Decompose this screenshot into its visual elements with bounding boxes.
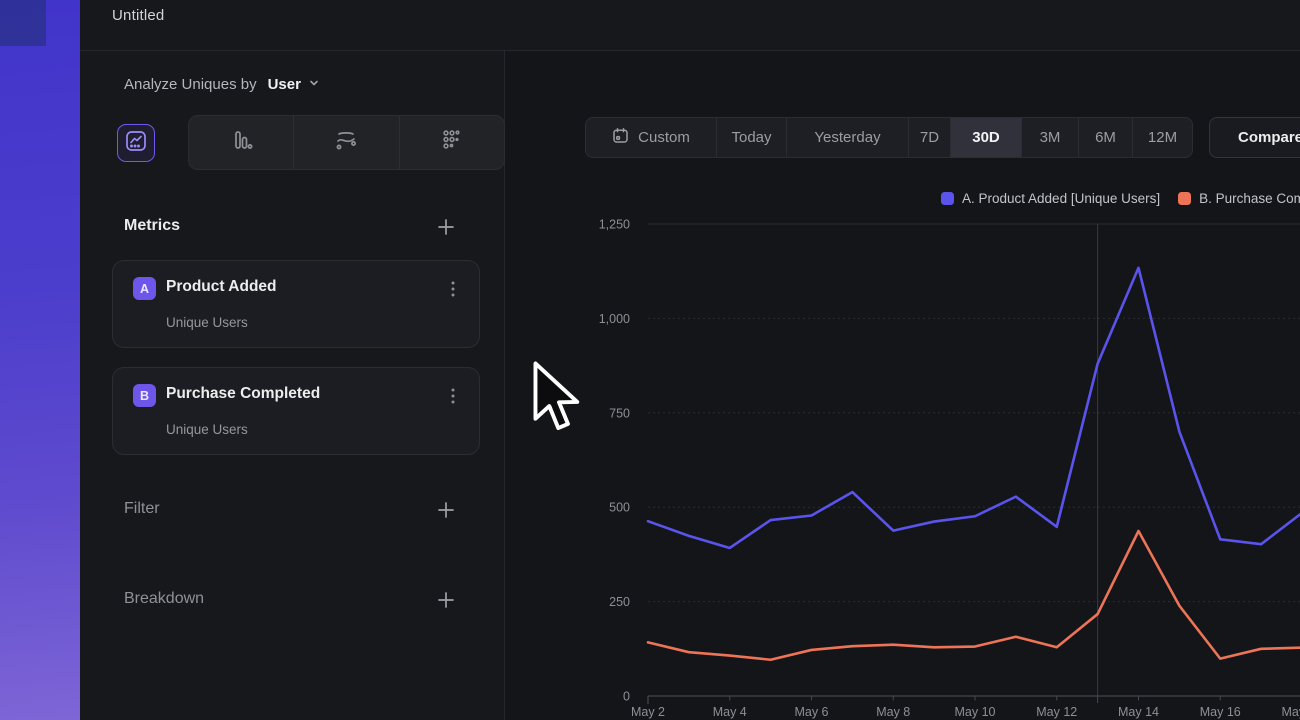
svg-text:1,250: 1,250 bbox=[599, 218, 630, 232]
svg-text:0: 0 bbox=[623, 690, 630, 704]
svg-text:May 6: May 6 bbox=[794, 705, 828, 719]
analyze-uniques-row: Analyze Uniques by User bbox=[124, 71, 321, 97]
metric-card-b[interactable]: B Purchase Completed Unique Users bbox=[112, 367, 480, 455]
chart-type-tabs bbox=[80, 115, 505, 170]
tab-bar-chart[interactable] bbox=[189, 116, 293, 169]
filter-heading: Filter bbox=[124, 500, 160, 518]
sidebar: Analyze Uniques by User bbox=[80, 51, 505, 720]
add-breakdown-button[interactable] bbox=[435, 589, 457, 611]
tab-grid-dots[interactable] bbox=[399, 116, 504, 169]
metric-name: Product Added bbox=[166, 278, 277, 296]
app-window: Untitled Analyze Uniques by User bbox=[0, 0, 1300, 720]
metrics-heading: Metrics bbox=[124, 217, 180, 235]
svg-text:500: 500 bbox=[609, 501, 630, 515]
metric-badge-b: B bbox=[133, 384, 156, 407]
chart-type-tab-panel bbox=[188, 115, 505, 170]
mouse-cursor bbox=[531, 357, 581, 444]
svg-text:May 16: May 16 bbox=[1200, 705, 1241, 719]
tab-flow-chart[interactable] bbox=[293, 116, 398, 169]
line-chart[interactable]: 0 250 500 750 1,000 1,250 May 2 May 4 May 6 May 8… bbox=[505, 0, 1300, 720]
svg-text:May 8: May 8 bbox=[876, 705, 910, 719]
svg-text:250: 250 bbox=[609, 595, 630, 609]
kebab-menu-icon[interactable] bbox=[445, 386, 461, 411]
svg-text:1,000: 1,000 bbox=[599, 312, 630, 326]
bar-chart-icon bbox=[228, 127, 254, 158]
metric-subtitle: Unique Users bbox=[166, 422, 248, 437]
breakdown-heading: Breakdown bbox=[124, 590, 204, 608]
kebab-menu-icon[interactable] bbox=[445, 279, 461, 304]
line-chart-icon bbox=[124, 129, 148, 158]
metric-badge-a: A bbox=[133, 277, 156, 300]
analyze-value-dropdown[interactable]: User bbox=[268, 76, 301, 93]
analyze-label: Analyze Uniques by bbox=[124, 76, 257, 93]
svg-text:May 10: May 10 bbox=[955, 705, 996, 719]
add-filter-button[interactable] bbox=[435, 499, 457, 521]
chevron-down-icon[interactable] bbox=[307, 76, 321, 94]
tab-line-chart[interactable] bbox=[117, 124, 155, 162]
metric-name: Purchase Completed bbox=[166, 385, 320, 403]
add-metric-button[interactable] bbox=[435, 216, 457, 238]
svg-text:May 18: May 18 bbox=[1282, 705, 1300, 719]
svg-text:May 12: May 12 bbox=[1036, 705, 1077, 719]
corner-shade bbox=[0, 0, 46, 46]
background-gradient-strip bbox=[0, 0, 80, 720]
svg-text:May 14: May 14 bbox=[1118, 705, 1159, 719]
svg-text:May 2: May 2 bbox=[631, 705, 665, 719]
metric-subtitle: Unique Users bbox=[166, 315, 248, 330]
svg-text:May 4: May 4 bbox=[713, 705, 747, 719]
svg-text:750: 750 bbox=[609, 406, 630, 420]
report-title[interactable]: Untitled bbox=[112, 7, 164, 24]
metric-card-a[interactable]: A Product Added Unique Users bbox=[112, 260, 480, 348]
grid-dots-icon bbox=[439, 127, 465, 158]
flow-chart-icon bbox=[333, 127, 359, 158]
